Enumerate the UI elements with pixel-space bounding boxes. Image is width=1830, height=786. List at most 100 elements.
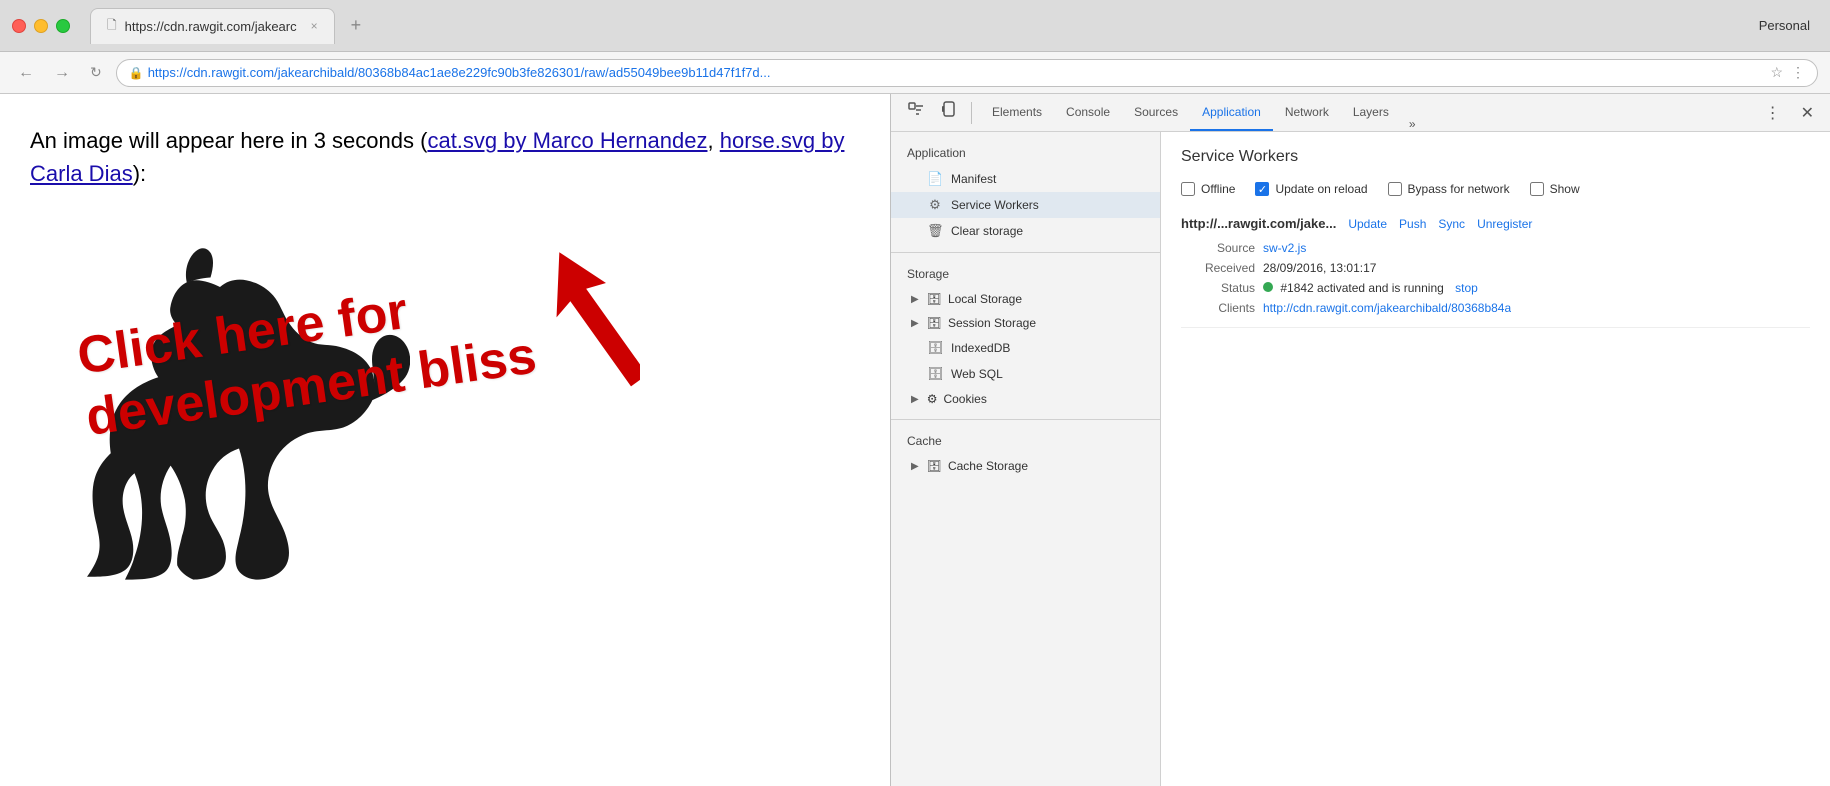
- push-link[interactable]: Push: [1399, 217, 1426, 231]
- sidebar-section-cache: Cache: [891, 428, 1160, 454]
- status-value: #1842 activated and is running: [1280, 281, 1443, 295]
- address-menu-icon[interactable]: ⋮: [1791, 64, 1805, 81]
- sw-url-text: http://...rawgit.com/jake...: [1181, 216, 1336, 231]
- text-after: ):: [133, 161, 146, 186]
- sw-entry: http://...rawgit.com/jake... Update Push…: [1181, 216, 1810, 328]
- update-on-reload-label[interactable]: ✓ Update on reload: [1255, 182, 1367, 196]
- devtools-tabs: Elements Console Sources Application Net…: [976, 94, 1757, 131]
- forward-button[interactable]: →: [48, 60, 76, 86]
- text-before: An image will appear here in 3 seconds (: [30, 128, 427, 153]
- offline-checkbox[interactable]: [1181, 182, 1195, 196]
- address-bar[interactable]: 🔒 https://cdn.rawgit.com/jakearchibald/8…: [116, 59, 1818, 87]
- manifest-icon: 📄: [927, 171, 943, 187]
- browser-window: 🗋 https://cdn.rawgit.com/jakearc × + Per…: [0, 0, 1830, 786]
- devtools-menu-button[interactable]: ⋮: [1757, 99, 1789, 127]
- profile-label: Personal: [1759, 18, 1818, 33]
- tab-area: 🗋 https://cdn.rawgit.com/jakearc × +: [90, 8, 1759, 44]
- tab-layers[interactable]: Layers: [1341, 94, 1401, 131]
- sidebar-item-service-workers[interactable]: ⚙ Service Workers: [891, 192, 1160, 218]
- arrow-icon-3: ▶: [911, 394, 919, 405]
- device-toggle-button[interactable]: [933, 97, 967, 128]
- tab-close-button[interactable]: ×: [311, 19, 318, 33]
- new-tab-button[interactable]: +: [335, 9, 378, 42]
- title-bar: 🗋 https://cdn.rawgit.com/jakearc × + Per…: [0, 0, 1830, 52]
- cookies-icon: ⚙: [927, 392, 938, 406]
- ssl-lock-icon: 🔒: [129, 66, 144, 80]
- clients-label: Clients: [1185, 301, 1255, 315]
- nav-bar: ← → ↻ 🔒 https://cdn.rawgit.com/jakearchi…: [0, 52, 1830, 94]
- devtools-sidebar: Application 📄 Manifest ⚙ Service Workers…: [891, 132, 1161, 786]
- received-value: 28/09/2016, 13:01:17: [1263, 261, 1376, 275]
- source-label: Source: [1185, 241, 1255, 255]
- text-comma: ,: [707, 128, 719, 153]
- sidebar-item-web-sql[interactable]: 🗄 Web SQL: [891, 361, 1160, 387]
- source-file-link[interactable]: sw-v2.js: [1263, 241, 1306, 255]
- unregister-link[interactable]: Unregister: [1477, 217, 1532, 231]
- offline-checkbox-label[interactable]: Offline: [1181, 182, 1235, 196]
- toolbar-separator: [971, 102, 972, 124]
- devtools-body: Application 📄 Manifest ⚙ Service Workers…: [891, 132, 1830, 786]
- indexeddb-icon: 🗄: [927, 340, 943, 356]
- sw-source-row: Source sw-v2.js: [1181, 241, 1810, 255]
- devtools-main: Service Workers Offline ✓ Update on relo…: [1161, 132, 1830, 786]
- show-checkbox[interactable]: [1530, 182, 1544, 196]
- tab-sources[interactable]: Sources: [1122, 94, 1190, 131]
- clear-storage-icon: 🗑: [927, 223, 943, 239]
- sidebar-item-local-storage[interactable]: ▶ 🗄 Local Storage: [891, 287, 1160, 311]
- minimize-button[interactable]: [34, 19, 48, 33]
- sidebar-item-manifest[interactable]: 📄 Manifest: [891, 166, 1160, 192]
- sidebar-section-storage: Storage: [891, 261, 1160, 287]
- devtools-actions: ⋮ ✕: [1757, 99, 1822, 127]
- tab-network[interactable]: Network: [1273, 94, 1341, 131]
- status-label: Status: [1185, 281, 1255, 295]
- status-dot-icon: [1263, 282, 1273, 292]
- devtools-toolbar: Elements Console Sources Application Net…: [891, 94, 1830, 132]
- devtools-close-button[interactable]: ✕: [1793, 99, 1822, 127]
- stop-link[interactable]: stop: [1455, 281, 1478, 295]
- tab-favicon-icon: 🗋: [107, 16, 117, 37]
- reload-button[interactable]: ↻: [84, 60, 108, 85]
- maximize-button[interactable]: [56, 19, 70, 33]
- sidebar-item-session-storage[interactable]: ▶ 🗄 Session Storage: [891, 311, 1160, 335]
- checkboxes-row: Offline ✓ Update on reload Bypass for ne…: [1181, 182, 1810, 196]
- sw-status-row: Status #1842 activated and is running st…: [1181, 281, 1810, 295]
- inspect-element-button[interactable]: [899, 97, 933, 128]
- update-link[interactable]: Update: [1348, 217, 1387, 231]
- sync-link[interactable]: Sync: [1438, 217, 1465, 231]
- browser-tab[interactable]: 🗋 https://cdn.rawgit.com/jakearc ×: [90, 8, 335, 44]
- sidebar-section-application: Application: [891, 140, 1160, 166]
- sidebar-item-indexeddb[interactable]: 🗄 IndexedDB: [891, 335, 1160, 361]
- tab-elements[interactable]: Elements: [980, 94, 1054, 131]
- address-text: https://cdn.rawgit.com/jakearchibald/803…: [148, 65, 1763, 80]
- web-sql-icon: 🗄: [927, 366, 943, 382]
- bypass-network-checkbox[interactable]: [1388, 182, 1402, 196]
- show-label[interactable]: Show: [1530, 182, 1580, 196]
- sw-url-row: http://...rawgit.com/jake... Update Push…: [1181, 216, 1810, 231]
- cache-storage-icon: 🗄: [927, 459, 942, 473]
- cat-link[interactable]: cat.svg by Marco Hernandez: [427, 128, 707, 153]
- sw-clients-row: Clients http://cdn.rawgit.com/jakearchib…: [1181, 301, 1810, 315]
- bookmark-icon[interactable]: ☆: [1770, 64, 1783, 81]
- arrow-icon-4: ▶: [911, 461, 919, 472]
- content-area: An image will appear here in 3 seconds (…: [0, 94, 1830, 786]
- sidebar-separator-1: [891, 252, 1160, 253]
- traffic-lights: [12, 19, 70, 33]
- sidebar-item-cookies[interactable]: ▶ ⚙ Cookies: [891, 387, 1160, 411]
- back-button[interactable]: ←: [12, 60, 40, 86]
- webpage-content: An image will appear here in 3 seconds (…: [0, 94, 890, 786]
- bypass-network-label[interactable]: Bypass for network: [1388, 182, 1510, 196]
- sidebar-item-clear-storage[interactable]: 🗑 Clear storage: [891, 218, 1160, 244]
- arrow-icon-2: ▶: [911, 318, 919, 329]
- status-indicator: #1842 activated and is running stop: [1263, 281, 1478, 295]
- more-tabs-button[interactable]: »: [1401, 117, 1424, 131]
- close-button[interactable]: [12, 19, 26, 33]
- tab-application[interactable]: Application: [1190, 94, 1273, 131]
- service-workers-icon: ⚙: [927, 197, 943, 213]
- horse-image: [30, 210, 510, 670]
- sidebar-separator-2: [891, 419, 1160, 420]
- tab-console[interactable]: Console: [1054, 94, 1122, 131]
- webpage-text: An image will appear here in 3 seconds (…: [30, 124, 860, 190]
- sidebar-item-cache-storage[interactable]: ▶ 🗄 Cache Storage: [891, 454, 1160, 478]
- local-storage-icon: 🗄: [927, 292, 942, 306]
- update-on-reload-checkbox[interactable]: ✓: [1255, 182, 1269, 196]
